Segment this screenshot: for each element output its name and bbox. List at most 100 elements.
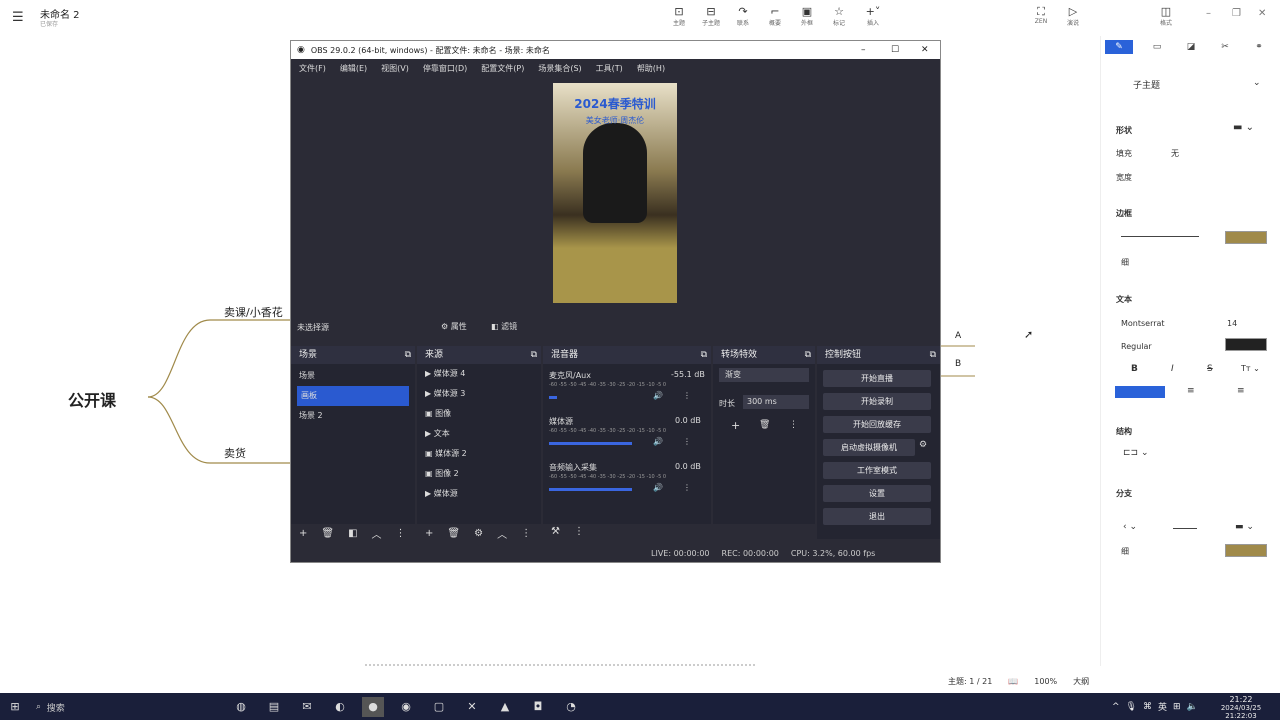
obs-icon[interactable]: ◉ xyxy=(395,697,417,717)
zoom-level[interactable]: 100% xyxy=(1034,677,1057,686)
text-color-swatch[interactable] xyxy=(1225,338,1267,351)
align-center-icon[interactable]: ≡ xyxy=(1187,386,1195,396)
outline-mode[interactable]: 大纲 xyxy=(1073,676,1089,687)
italic-icon[interactable]: I xyxy=(1171,364,1174,374)
toolbar-link[interactable]: ↷ 联系 xyxy=(728,6,758,28)
scene-item-selected[interactable]: 画板 xyxy=(297,386,409,406)
start-virtual-camera-button[interactable]: 启动虚拟摄像机 xyxy=(823,439,915,456)
add-transition-icon[interactable]: + xyxy=(731,419,740,432)
gear-icon[interactable]: ⚙ xyxy=(474,528,483,539)
root-topic[interactable]: 公开课 xyxy=(68,387,116,411)
close-icon[interactable]: ✕ xyxy=(1258,8,1266,19)
source-item[interactable]: ▶ 文本 xyxy=(417,424,541,444)
obs-menu-view[interactable]: 视图(V) xyxy=(381,63,409,74)
toolbar-boundary[interactable]: ▣ 外框 xyxy=(792,6,822,28)
app-icon[interactable]: ▢ xyxy=(428,697,450,717)
speaker-icon[interactable]: 🔊 xyxy=(653,483,663,492)
exit-button[interactable]: 退出 xyxy=(823,508,931,525)
shape-select[interactable]: ▬ ⌄ xyxy=(1233,122,1254,133)
book-icon[interactable]: 📖 xyxy=(1008,677,1018,686)
more-icon[interactable]: ⋮ xyxy=(683,437,691,446)
source-item[interactable]: ▣ 图像 2 xyxy=(417,464,541,484)
font-select[interactable]: Montserrat xyxy=(1121,319,1165,328)
border-weight-select[interactable]: 细 xyxy=(1121,257,1129,268)
source-item[interactable]: ▣ 媒体源 2 xyxy=(417,444,541,464)
toolbar-subtopic[interactable]: ⊡ 主题 xyxy=(664,6,694,28)
dock-float-icon[interactable]: ⧉ xyxy=(805,346,811,364)
more-icon[interactable]: ⋮ xyxy=(521,528,531,539)
obs-close-icon[interactable]: ✕ xyxy=(921,45,929,55)
gear-icon[interactable]: ⚙ xyxy=(919,440,927,450)
dock-float-icon[interactable]: ⧉ xyxy=(701,346,707,364)
mail-icon[interactable]: ✉ xyxy=(296,697,318,717)
branch-topic-2[interactable]: 卖货 xyxy=(224,445,246,461)
obs-menu-tools[interactable]: 工具(T) xyxy=(596,63,623,74)
edge-icon[interactable]: ◐ xyxy=(329,697,351,717)
network-icon[interactable]: ⌘ xyxy=(1143,702,1152,712)
file-explorer-icon[interactable]: ▤ xyxy=(263,697,285,717)
more-icon[interactable]: ⋮ xyxy=(396,528,406,539)
speaker-icon[interactable]: 🔊 xyxy=(653,437,663,446)
branch-style-select[interactable]: ‹ ⌄ xyxy=(1123,522,1137,532)
dock-float-icon[interactable]: ⧉ xyxy=(930,346,936,364)
more-icon[interactable]: ⋮ xyxy=(683,483,691,492)
tray-icon[interactable]: ⊞ xyxy=(1173,702,1181,712)
source-item[interactable]: ▣ 图像 xyxy=(417,404,541,424)
mixer-volume-slider[interactable] xyxy=(549,442,632,445)
speaker-icon[interactable]: 🔊 xyxy=(653,391,663,400)
font-weight-select[interactable]: Regular xyxy=(1121,342,1152,351)
obs-menu-edit[interactable]: 编辑(E) xyxy=(340,63,367,74)
obs-menu-scene-collection[interactable]: 场景集合(S) xyxy=(538,63,581,74)
chevron-down-icon[interactable]: ⌄ xyxy=(1253,78,1261,88)
obs-minimize-icon[interactable]: – xyxy=(861,45,866,55)
more-icon[interactable]: ⋮ xyxy=(683,391,691,400)
obs-window[interactable]: ◉ OBS 29.0.2 (64-bit, windows) - 配置文件: 未… xyxy=(290,40,941,563)
toolbar-marker[interactable]: ☆ 标记 xyxy=(824,6,854,28)
duration-input[interactable]: 300 ms xyxy=(743,395,809,409)
obs-menu-help[interactable]: 帮助(H) xyxy=(637,63,665,74)
topic-style-select[interactable]: 子主题 xyxy=(1133,78,1160,91)
map-tab-icon[interactable]: ▭ xyxy=(1143,40,1171,54)
more-icon[interactable]: ⋮ xyxy=(574,526,584,537)
menu-icon[interactable]: ☰ xyxy=(12,10,24,25)
dock-float-icon[interactable]: ⧉ xyxy=(405,346,411,364)
scene-item[interactable]: 场景 2 xyxy=(291,406,415,426)
filter-icon[interactable]: ◧ xyxy=(348,528,357,539)
trash-icon[interactable]: 🗑 xyxy=(759,420,770,430)
outline-tab-icon[interactable]: ⚭ xyxy=(1245,40,1273,54)
toolbar-zen[interactable]: ⛶ ZEN xyxy=(1026,6,1056,26)
minimize-icon[interactable]: – xyxy=(1206,8,1211,19)
app-icon[interactable]: ◘ xyxy=(527,697,549,717)
wrench-icon[interactable]: ⚒ xyxy=(551,526,560,537)
toolbar-present[interactable]: ▷ 演说 xyxy=(1058,6,1088,28)
clock[interactable]: 21:22 2024/03/25 21:22:03 xyxy=(1206,695,1276,720)
start-recording-button[interactable]: 开始录制 xyxy=(823,393,931,410)
mixer-volume-slider[interactable] xyxy=(549,396,557,399)
side-node-a[interactable]: A xyxy=(955,331,961,341)
obs-titlebar[interactable]: ◉ OBS 29.0.2 (64-bit, windows) - 配置文件: 未… xyxy=(291,41,940,59)
toolbar-format[interactable]: ◫ 格式 xyxy=(1151,6,1181,28)
app-icon[interactable]: ◍ xyxy=(230,697,252,717)
ime-indicator[interactable]: 英 xyxy=(1158,700,1167,713)
obs-menu-file[interactable]: 文件(F) xyxy=(299,63,326,74)
more-icon[interactable]: ⋮ xyxy=(789,420,798,430)
trash-icon[interactable]: 🗑 xyxy=(447,528,460,539)
obs-preview[interactable]: 2024春季特训 美女老师·周杰伦 xyxy=(553,83,677,303)
text-case-icon[interactable]: Tт ⌄ xyxy=(1241,364,1260,373)
obs-maximize-icon[interactable]: ☐ xyxy=(891,45,899,55)
add-icon[interactable]: + xyxy=(299,528,307,539)
windows-start-icon[interactable]: ⊞ xyxy=(4,697,26,717)
branch-end-select[interactable]: ▬ ⌄ xyxy=(1235,522,1254,532)
toolbar-insert[interactable]: +˅ 插入 xyxy=(858,6,888,28)
font-size-select[interactable]: 14 xyxy=(1227,319,1237,328)
align-right-icon[interactable]: ≡ xyxy=(1237,386,1245,396)
branch-line-select[interactable] xyxy=(1173,528,1197,529)
trash-icon[interactable]: 🗑 xyxy=(321,528,334,539)
dock-float-icon[interactable]: ⧉ xyxy=(531,346,537,364)
border-line-select[interactable] xyxy=(1121,236,1199,237)
style-tab-icon[interactable]: ✎ xyxy=(1105,40,1133,54)
app-icon[interactable]: ◔ xyxy=(560,697,582,717)
settings-button[interactable]: 设置 xyxy=(823,485,931,502)
source-item[interactable]: ▶ 媒体源 3 xyxy=(417,384,541,404)
xmind-icon[interactable]: ✕ xyxy=(461,697,483,717)
